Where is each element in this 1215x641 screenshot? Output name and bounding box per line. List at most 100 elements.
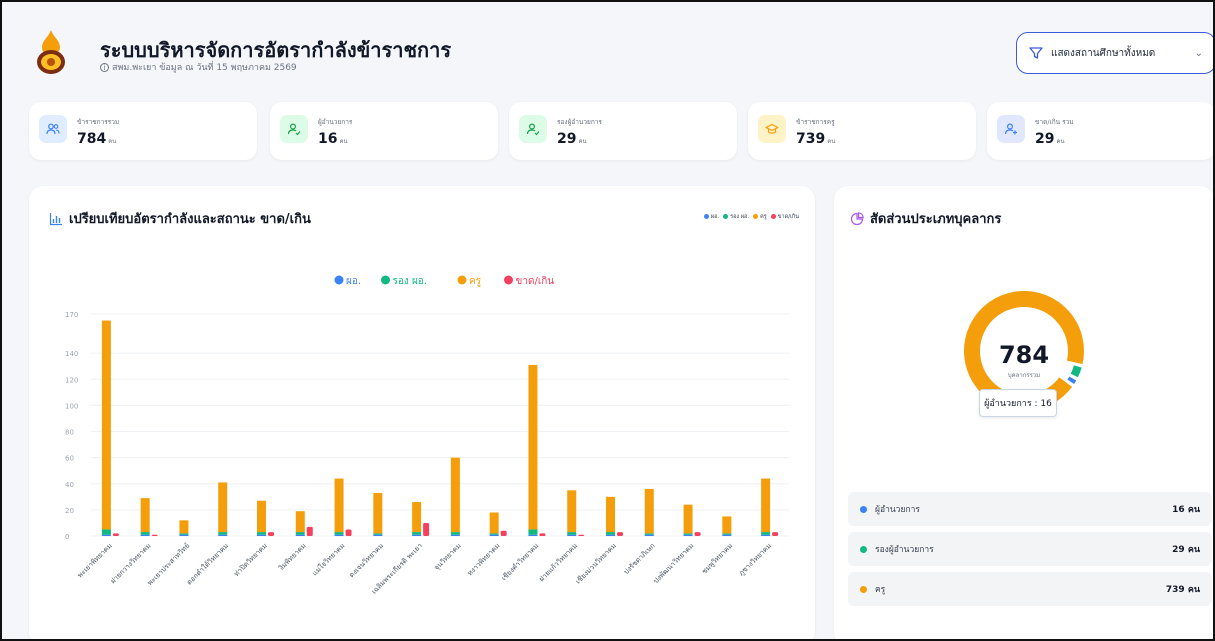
legend-marker xyxy=(334,275,344,285)
bar-shortage xyxy=(306,526,313,536)
bar-shortage xyxy=(500,530,507,536)
y-tick-label: 100 xyxy=(65,402,78,410)
subtitle-text: สพม.พะเยา ข้อมูล ณ วันที่ 15 พฤษภาคม 256… xyxy=(112,63,297,73)
proportion-name: ผู้อำนวยการ xyxy=(875,505,920,515)
chart-title-text: เปรียบเทียบอัตรากำลังและสถานะ ขาด/เกิน xyxy=(69,212,311,227)
bar-deputy xyxy=(567,532,577,535)
mini-legend-item: ผอ. xyxy=(703,213,719,221)
proportion-row-director: ผู้อำนวยการ 16 คน xyxy=(848,492,1212,526)
bar-director xyxy=(761,534,771,536)
bar-director xyxy=(179,534,189,536)
donut-title-text: สัดส่วนประเภทบุคลากร xyxy=(870,212,1002,227)
bar-shortage xyxy=(578,534,585,536)
bar-director xyxy=(140,534,150,536)
legend-dot xyxy=(860,545,867,553)
info-icon: i xyxy=(100,63,109,72)
x-tick-label: ปงพัฒนาวิทยาคม xyxy=(652,542,695,585)
stat-label: ผู้อำนวยการ xyxy=(318,118,353,126)
legend-label: ขาด/เกิน xyxy=(516,276,555,287)
x-tick-label: ท่าปิดวิทยาคม xyxy=(233,542,269,578)
y-tick-label: 120 xyxy=(65,376,78,384)
bar-teacher xyxy=(334,478,344,533)
stat-value: 739 xyxy=(796,131,826,147)
bar-deputy xyxy=(101,529,111,535)
bar-deputy xyxy=(489,533,499,535)
bar-deputy xyxy=(179,533,189,535)
bar-deputy xyxy=(450,532,460,535)
mini-legend-item: ครู xyxy=(753,213,767,221)
bar-shortage xyxy=(268,532,274,536)
bar-director xyxy=(450,534,460,536)
bar-deputy xyxy=(140,532,150,535)
stat-unit: คน xyxy=(1056,138,1065,145)
x-tick-label: ฝายกวางวิทยาคม xyxy=(109,542,153,586)
y-tick-label: 40 xyxy=(65,481,74,489)
x-tick-label: ชมพูวิทยาคม xyxy=(700,542,734,576)
bar-teacher xyxy=(722,516,732,534)
x-tick-label: เชียงม่วนวิทยาคม xyxy=(574,542,618,586)
filter-icon xyxy=(1029,47,1043,59)
x-tick-label: ภูซางวิทยาคม xyxy=(737,542,773,578)
bar-teacher xyxy=(179,520,189,534)
bar-teacher xyxy=(489,512,499,534)
bar-teacher xyxy=(644,488,654,534)
mini-legend-label: ครู xyxy=(760,214,767,220)
bar-deputy xyxy=(644,533,654,535)
proportion-name: รองผู้อำนวยการ xyxy=(875,545,934,555)
bar-deputy xyxy=(722,533,732,535)
donut-slice-director[interactable] xyxy=(1067,376,1077,384)
stat-unit: คน xyxy=(339,138,348,145)
x-tick-label: หงาวพิทยาคม xyxy=(466,542,502,578)
stat-value: 784 xyxy=(77,131,107,147)
stat-unit: คน xyxy=(108,138,117,145)
donut-slice-deputy[interactable] xyxy=(1070,365,1082,378)
proportion-count: 739 คน xyxy=(1165,585,1200,595)
bar-shortage xyxy=(112,533,119,536)
stat-card-director: ผู้อำนวยการ 16 คน xyxy=(270,102,498,160)
bar-teacher xyxy=(373,492,383,534)
bar-deputy xyxy=(257,532,266,535)
app-frame: ระบบบริหารจัดการอัตรากำลังข้าราชการ i สพม… xyxy=(0,0,1215,641)
bar-director xyxy=(528,534,538,536)
bar-teacher xyxy=(140,498,150,533)
donut-total: 784 xyxy=(998,341,1050,369)
bar-deputy xyxy=(295,532,305,535)
bar-teacher xyxy=(257,500,266,533)
bar-shortage xyxy=(539,533,546,536)
legend-marker xyxy=(381,275,390,285)
data-date-subtitle: i สพม.พะเยา ข้อมูล ณ วันที่ 15 พฤษภาคม 25… xyxy=(100,60,297,74)
chart-title: เปรียบเทียบอัตรากำลังและสถานะ ขาด/เกิน xyxy=(49,208,311,229)
stat-value: 16 xyxy=(318,131,338,147)
donut-tooltip: ผู้อำนวยการ : 16 xyxy=(979,389,1057,417)
stacked-bar-chart: ผอ. รอง ผอ. ครู ขาด/เกิน 0 20 40 60 80 100 120 140 1… xyxy=(65,275,789,596)
x-tick-label: จุนวิทยาคม xyxy=(433,542,463,572)
bar-director xyxy=(412,534,422,536)
mini-legend-item: รอง ผอ. xyxy=(723,213,749,221)
y-tick-label: 140 xyxy=(65,350,78,358)
mini-legend-item: ขาด/เกิน xyxy=(770,213,799,221)
mini-legend-label: รอง ผอ. xyxy=(730,214,750,220)
school-filter-select[interactable]: แสดงสถานศึกษาทั้งหมด ⌄ xyxy=(1016,32,1213,74)
user-check-icon xyxy=(280,115,308,143)
bar-director xyxy=(683,534,693,536)
x-tick-label: ดงเจนวิทยาคม xyxy=(348,542,386,580)
stat-label: รองผู้อำนวยการ xyxy=(557,118,602,126)
y-tick-label: 60 xyxy=(65,455,74,463)
stat-value-wrap: 29 คน xyxy=(1035,131,1065,147)
user-plus-icon xyxy=(997,115,1025,143)
bar-chart-icon xyxy=(49,212,62,225)
x-tick-label: เชียงคำวิทยาคม xyxy=(500,542,540,582)
bar-deputy xyxy=(606,532,615,535)
bar-director xyxy=(295,534,305,536)
bar-teacher xyxy=(683,504,693,534)
bar-director xyxy=(644,534,654,536)
bar-director xyxy=(489,534,499,536)
bar-deputy xyxy=(334,532,344,535)
chevron-down-icon: ⌄ xyxy=(1194,47,1203,59)
office-logo xyxy=(37,30,65,74)
bar-teacher xyxy=(450,457,460,533)
stat-value: 29 xyxy=(557,131,577,147)
proportion-name: ครู xyxy=(875,585,886,595)
stat-value-wrap: 784 คน xyxy=(77,131,116,147)
proportion-count: 16 คน xyxy=(1172,505,1200,515)
